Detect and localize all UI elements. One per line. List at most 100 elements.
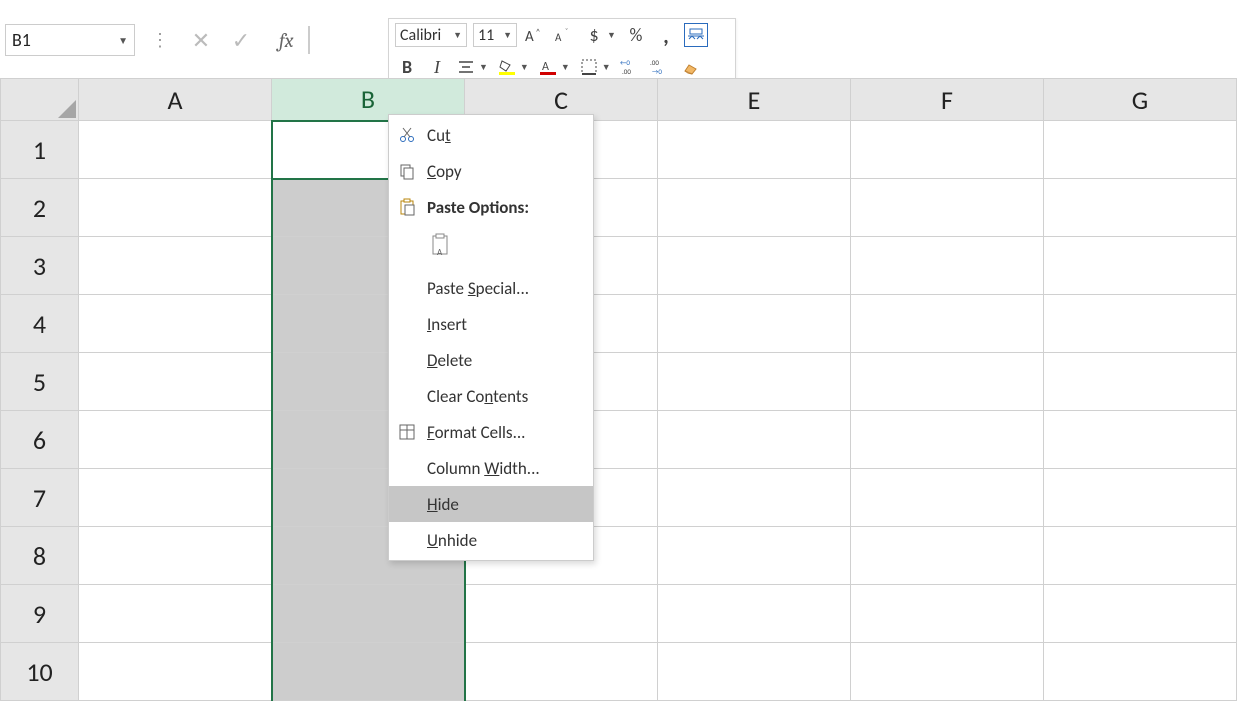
row-header[interactable]: 5 [1, 353, 79, 411]
cell[interactable] [1044, 469, 1237, 527]
cell[interactable] [79, 527, 272, 585]
cell[interactable] [1044, 353, 1237, 411]
col-header-g[interactable]: G [1044, 79, 1237, 121]
row-header[interactable]: 7 [1, 469, 79, 527]
row-header[interactable]: 8 [1, 527, 79, 585]
cell[interactable] [1044, 411, 1237, 469]
increase-font-size-icon[interactable]: A^ [523, 23, 547, 47]
cell[interactable] [1044, 237, 1237, 295]
cell[interactable] [658, 527, 851, 585]
row-header[interactable]: 9 [1, 585, 79, 643]
row-header[interactable]: 10 [1, 643, 79, 701]
cell[interactable] [79, 121, 272, 179]
row-header[interactable]: 4 [1, 295, 79, 353]
cell[interactable] [1044, 585, 1237, 643]
paste-option-default[interactable]: A [427, 231, 457, 261]
menu-unhide[interactable]: Unhide [389, 522, 593, 558]
col-header-f[interactable]: F [851, 79, 1044, 121]
italic-icon[interactable]: I [425, 55, 449, 79]
row-header[interactable]: 3 [1, 237, 79, 295]
select-all-corner[interactable] [1, 79, 79, 121]
cell[interactable] [465, 643, 658, 701]
menu-cut[interactable]: Cut [389, 117, 593, 153]
cell[interactable] [851, 411, 1044, 469]
menu-format-cells[interactable]: Format Cells... [389, 414, 593, 450]
chevron-down-icon[interactable]: ▼ [118, 34, 128, 47]
percent-icon[interactable]: % [624, 23, 648, 47]
decrease-decimal-icon[interactable]: .00→0 [649, 55, 673, 79]
menu-copy[interactable]: Copy [389, 153, 593, 189]
cell[interactable] [1044, 121, 1237, 179]
row-header[interactable]: 2 [1, 179, 79, 237]
menu-delete[interactable]: Delete [389, 342, 593, 378]
cell[interactable] [658, 179, 851, 237]
cell[interactable] [658, 237, 851, 295]
cell[interactable] [79, 411, 272, 469]
cell[interactable] [851, 237, 1044, 295]
decrease-font-size-icon[interactable]: Aˇ [553, 23, 577, 47]
chevron-down-icon[interactable]: ▼ [605, 30, 618, 41]
chevron-down-icon[interactable]: ▼ [600, 62, 613, 73]
cell[interactable] [851, 121, 1044, 179]
row-header[interactable]: 1 [1, 121, 79, 179]
cell-selected[interactable] [272, 643, 465, 701]
font-size-combo[interactable]: 11 ▼ [473, 23, 517, 47]
chevron-down-icon[interactable]: ▼ [477, 62, 490, 73]
cell[interactable] [658, 295, 851, 353]
increase-decimal-icon[interactable]: ←0.00 [619, 55, 643, 79]
chevron-down-icon[interactable]: ▼ [449, 30, 462, 41]
fill-color-button[interactable]: ▼ [496, 55, 531, 79]
cell-selected[interactable] [272, 585, 465, 643]
cell[interactable] [79, 237, 272, 295]
cell[interactable] [79, 179, 272, 237]
col-header-e[interactable]: E [658, 79, 851, 121]
format-painter-icon[interactable] [684, 23, 708, 47]
cell[interactable] [1044, 179, 1237, 237]
cell[interactable] [658, 353, 851, 411]
cell[interactable] [79, 295, 272, 353]
cell[interactable] [658, 469, 851, 527]
cell[interactable] [465, 585, 658, 643]
menu-paste-special[interactable]: Paste Special... [389, 270, 593, 306]
font-color-button[interactable]: A ▼ [537, 55, 572, 79]
menu-hide[interactable]: Hide [389, 486, 593, 522]
font-name-combo[interactable]: Calibri ▼ [395, 23, 467, 47]
row-header[interactable]: 6 [1, 411, 79, 469]
cell[interactable] [658, 121, 851, 179]
chevron-down-icon[interactable]: ▼ [518, 62, 531, 73]
align-button[interactable]: ▼ [455, 55, 490, 79]
menu-label: Delete [427, 350, 472, 371]
vertical-dots-icon[interactable]: ⋮ [151, 29, 169, 51]
comma-style-icon[interactable]: , [654, 23, 678, 47]
menu-column-width[interactable]: Column Width... [389, 450, 593, 486]
clear-formatting-icon[interactable] [679, 55, 703, 79]
cell[interactable] [79, 585, 272, 643]
menu-clear-contents[interactable]: Clear Contents [389, 378, 593, 414]
cell[interactable] [851, 179, 1044, 237]
col-header-a[interactable]: A [79, 79, 272, 121]
name-box[interactable]: B1 ▼ [5, 24, 135, 56]
formula-input[interactable] [308, 26, 310, 54]
accounting-format-button[interactable]: $ ▼ [583, 23, 618, 47]
cell[interactable] [851, 469, 1044, 527]
bold-icon[interactable]: B [395, 55, 419, 79]
cell[interactable] [79, 353, 272, 411]
cell[interactable] [851, 295, 1044, 353]
chevron-down-icon[interactable]: ▼ [559, 62, 572, 73]
cell[interactable] [1044, 527, 1237, 585]
cell[interactable] [851, 585, 1044, 643]
cell[interactable] [851, 527, 1044, 585]
cell[interactable] [79, 469, 272, 527]
cell[interactable] [851, 643, 1044, 701]
cell[interactable] [658, 411, 851, 469]
cell[interactable] [79, 643, 272, 701]
cell[interactable] [851, 353, 1044, 411]
chevron-down-icon[interactable]: ▼ [499, 30, 512, 41]
cell[interactable] [658, 643, 851, 701]
cell[interactable] [1044, 643, 1237, 701]
fx-icon[interactable]: fx [271, 29, 302, 52]
cell[interactable] [1044, 295, 1237, 353]
borders-button[interactable]: ▼ [578, 55, 613, 79]
cell[interactable] [658, 585, 851, 643]
menu-insert[interactable]: Insert [389, 306, 593, 342]
